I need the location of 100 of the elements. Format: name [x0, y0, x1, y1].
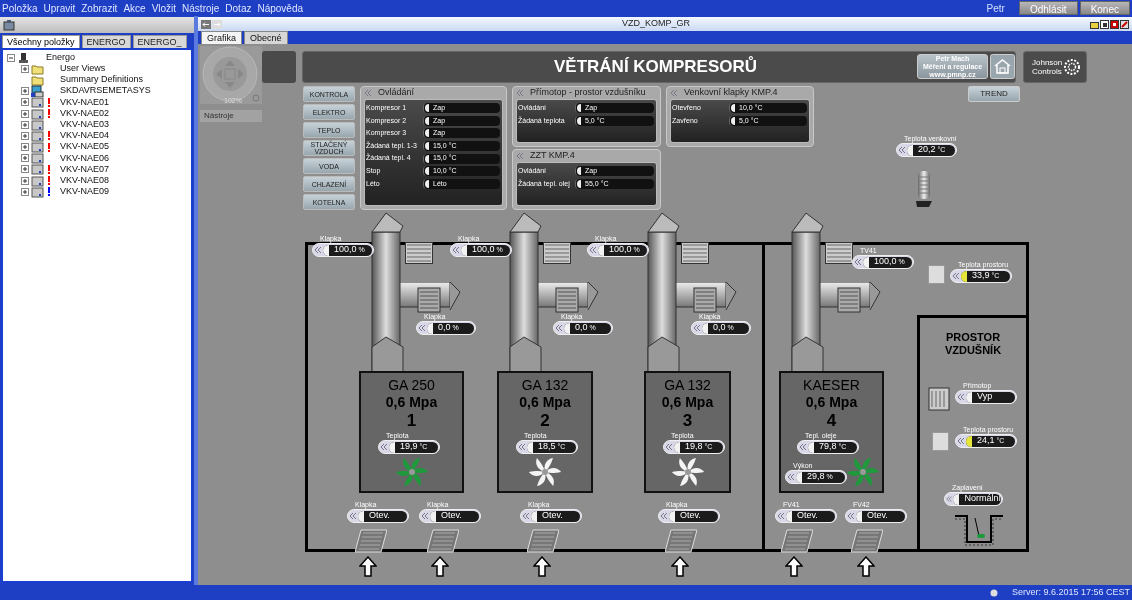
- compressor-pressure: 0,6 Mpa: [661, 393, 714, 411]
- chevron-icon[interactable]: [452, 246, 460, 254]
- menu-item[interactable]: Nástroje: [182, 0, 220, 16]
- compressor-model: KAESER: [803, 377, 860, 393]
- menu-item[interactable]: Dotaz: [225, 0, 252, 16]
- chevron-icon[interactable]: [799, 443, 807, 451]
- chevron-icon[interactable]: [665, 443, 673, 451]
- chevron-icon[interactable]: [957, 437, 965, 445]
- outdoor-sensor-icon: [915, 169, 933, 207]
- expand-icon[interactable]: [21, 131, 29, 140]
- chevron-icon[interactable]: [314, 246, 322, 254]
- tree-item[interactable]: VKV-NAE05: [60, 140, 110, 154]
- expand-icon[interactable]: [21, 109, 29, 118]
- compressor-pressure: 0,6 Mpa: [519, 393, 571, 411]
- expand-icon[interactable]: [21, 64, 29, 73]
- restore-icon[interactable]: [1100, 19, 1109, 29]
- pan-zoom-navigator[interactable]: [200, 46, 262, 104]
- menu-item[interactable]: Upravit: [43, 0, 76, 16]
- collapse-icon[interactable]: [670, 89, 678, 97]
- view-tab[interactable]: Obecné: [244, 31, 288, 44]
- expand-icon[interactable]: [21, 176, 29, 185]
- dark-panel: [262, 51, 296, 83]
- tree-item[interactable]: VKV-NAE04: [60, 129, 110, 143]
- expand-icon[interactable]: [21, 187, 29, 196]
- collapse-icon[interactable]: [516, 152, 524, 160]
- tree-item[interactable]: Energo: [46, 50, 76, 65]
- link-icon[interactable]: [1120, 19, 1129, 29]
- expand-icon[interactable]: [21, 143, 29, 152]
- panel-tab[interactable]: ENERGO: [81, 35, 131, 48]
- window-title: VZD_KOMP_GR: [621, 17, 691, 31]
- compressor-model: GA 132: [521, 377, 569, 393]
- close-icon[interactable]: [1110, 19, 1119, 29]
- chevron-icon[interactable]: [946, 495, 953, 503]
- tree-item[interactable]: SKDAVRSEMETASYS: [60, 84, 151, 98]
- view-tab[interactable]: Grafika: [201, 31, 242, 44]
- readout-value: Normální: [964, 492, 1001, 506]
- folder-icon: [31, 62, 44, 75]
- brand-name: Controls: [1032, 67, 1063, 76]
- device-icon: [31, 141, 44, 154]
- duct-branch-drawing: [676, 282, 737, 313]
- panel-title: Ovládání: [378, 86, 415, 100]
- back-arrow-icon[interactable]: [201, 19, 211, 29]
- home-icon[interactable]: [990, 54, 1015, 79]
- chevron-icon[interactable]: [847, 512, 855, 520]
- tree-item[interactable]: VKV-NAE09: [60, 185, 110, 199]
- room-title: PROSTOR VZDUŠNÍK: [943, 331, 1003, 357]
- expand-icon[interactable]: [21, 165, 29, 174]
- up-arrow-icon: [785, 556, 803, 577]
- device-icon: [31, 129, 44, 142]
- collapse-icon[interactable]: [516, 89, 524, 97]
- expand-icon[interactable]: [21, 87, 29, 96]
- chevron-icon[interactable]: [418, 324, 426, 332]
- chevron-icon[interactable]: [854, 258, 862, 266]
- collapse-icon[interactable]: [364, 89, 372, 97]
- expand-icon[interactable]: [21, 98, 29, 107]
- trend-button[interactable]: TREND: [968, 86, 1020, 102]
- expand-icon[interactable]: [21, 154, 29, 163]
- folder-icon[interactable]: [1090, 19, 1099, 29]
- menu-item[interactable]: Vložit: [151, 0, 177, 16]
- menu-item[interactable]: Akce: [123, 0, 146, 16]
- heater-icon: [928, 387, 950, 411]
- chevron-icon[interactable]: [589, 246, 597, 254]
- chevron-icon[interactable]: [522, 512, 530, 520]
- menu-item[interactable]: Položka: [2, 0, 38, 16]
- tree-view-icon[interactable]: [3, 19, 15, 31]
- chevron-icon[interactable]: [787, 473, 795, 481]
- chevron-icon[interactable]: [380, 443, 388, 451]
- menu-item[interactable]: Zobrazit: [81, 0, 118, 16]
- compressor-pressure: 0,6 Mpa: [805, 393, 858, 411]
- up-arrow-icon: [671, 556, 689, 577]
- panel-tab[interactable]: Všechny položky: [2, 35, 80, 48]
- panel-tab[interactable]: ENERGO_: [132, 35, 187, 48]
- chevron-icon[interactable]: [952, 272, 960, 280]
- chevron-icon[interactable]: [898, 146, 906, 154]
- logo-icon: [1064, 59, 1081, 75]
- tree-item[interactable]: Summary Definitions: [60, 73, 144, 87]
- collapse-icon[interactable]: [7, 53, 15, 62]
- chevron-icon[interactable]: [349, 512, 357, 520]
- chevron-icon[interactable]: [693, 324, 701, 332]
- chevron-icon[interactable]: [518, 443, 526, 451]
- tree-item[interactable]: User Views: [60, 62, 106, 76]
- chevron-icon[interactable]: [555, 324, 563, 332]
- chevron-icon[interactable]: [777, 512, 785, 520]
- device-icon: [31, 107, 44, 120]
- up-arrow-icon: [857, 556, 875, 577]
- vent-grille-icon: [355, 529, 387, 553]
- tools-dropdown[interactable]: Nástroje: [200, 110, 262, 122]
- page-title: VĚTRÁNÍ KOMPRESORŮ: [554, 55, 758, 78]
- compressor-model: GA 132: [664, 377, 711, 393]
- folder-icon: [31, 73, 44, 86]
- device-icon: [31, 174, 44, 187]
- menu-item[interactable]: Nápověda: [257, 0, 304, 16]
- expand-icon[interactable]: [21, 120, 29, 129]
- chevron-icon[interactable]: [957, 393, 965, 401]
- readout-value: Otev.: [441, 509, 462, 523]
- vent-grille-icon: [851, 529, 883, 553]
- chevron-icon[interactable]: [660, 512, 668, 520]
- louver-icon: [825, 242, 853, 264]
- chevron-icon[interactable]: [421, 512, 429, 520]
- vent-grille-icon: [527, 529, 559, 553]
